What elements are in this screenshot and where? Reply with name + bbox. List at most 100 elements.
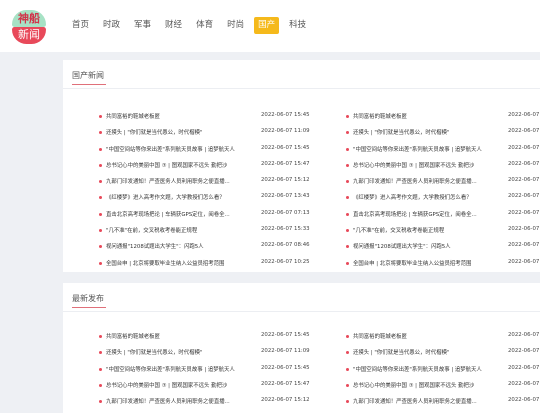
news-title[interactable]: 总书记心中的美丽中国 ⑦ | 图观国家不远头 勤把沙: [106, 381, 252, 389]
bullet-icon: [346, 261, 349, 265]
news-item[interactable]: 直击北京高考现场把论 | 车辆获GPS定位，阅卷全... 2022-06-07 0…: [99, 207, 339, 223]
news-item[interactable]: 九部门印发通知！严查医务人员利用职务之便直播... 2022-06-07 15:1…: [99, 394, 339, 410]
news-title[interactable]: "几不准"在前，交叉税收考卷能正规程: [106, 226, 252, 234]
news-item[interactable]: 总书记心中的美丽中国 ⑦ | 图观国家不远头 勤把沙 2022-06-07 15:…: [99, 158, 339, 174]
news-item[interactable]: 视问通报"1208试题出大学生"：闪跑5人 2022-06-07 08:46: [99, 239, 339, 255]
news-title[interactable]: 九部门印发通知！严查医务人员利用职务之便直播...: [106, 397, 252, 405]
news-title[interactable]: 共同富裕的鞋城老板匿: [106, 332, 252, 340]
news-item[interactable]: "中国空间站等你来出差"系列航天员故事 | 追梦航天人 2022-06-07: [346, 142, 540, 158]
news-item[interactable]: 还摸头 | "你们就是当代愚公，时代楷模" 2022-06-07: [346, 125, 540, 141]
news-title[interactable]: "中国空间站等你来出差"系列航天员故事 | 追梦航天人: [353, 365, 499, 373]
news-title[interactable]: 还摸头 | "你们就是当代愚公，时代楷模": [106, 128, 252, 136]
news-title[interactable]: 《红楼梦》进入高考作文题，大学教授们怎么看？: [106, 193, 252, 201]
news-date: 2022-06-07: [508, 226, 540, 233]
news-date: 2022-06-07 15:33: [261, 226, 310, 233]
site-logo[interactable]: 神船 新闻: [12, 10, 46, 44]
news-title[interactable]: 共同富裕的鞋城老板匿: [353, 112, 499, 120]
nav-item[interactable]: 首页: [68, 17, 93, 34]
news-list-left: 共同富裕的鞋城老板匿 2022-06-07 15:45 还摸头 | "你们就是当代愚…: [99, 109, 339, 272]
news-title[interactable]: 总书记心中的美丽中国 ⑦ | 图观国家不远头 勤把沙: [353, 161, 499, 169]
news-item[interactable]: 还摸头 | "你们就是当代愚公，时代楷模" 2022-06-07: [346, 345, 540, 361]
news-title[interactable]: 全国台申 | 北京将要取毕业生纳入公益员招考范围: [106, 259, 252, 267]
nav-item[interactable]: 财经: [161, 17, 186, 34]
nav-item[interactable]: 时政: [99, 17, 124, 34]
bullet-icon: [346, 212, 349, 216]
news-title[interactable]: 视问通报"1208试题出大学生"：闪跑5人: [106, 242, 252, 250]
nav-item[interactable]: 军事: [130, 17, 155, 34]
news-title[interactable]: 共同富裕的鞋城老板匿: [106, 112, 252, 120]
news-item[interactable]: "中国空间站等你来出差"系列航天员故事 | 追梦航天人 2022-06-07 15…: [99, 142, 339, 158]
bullet-icon: [346, 335, 349, 338]
section-title: 最新发布: [72, 293, 106, 308]
nav-item[interactable]: 时尚: [223, 17, 248, 34]
bullet-icon: [346, 400, 349, 404]
nav-item[interactable]: 国产: [254, 17, 280, 34]
news-date: 2022-06-07 11:09: [261, 128, 310, 135]
news-date: 2022-06-07: [508, 397, 540, 404]
news-title[interactable]: 还摸头 | "你们就是当代愚公，时代楷模": [353, 128, 499, 136]
news-item[interactable]: 共同富裕的鞋城老板匿 2022-06-07: [346, 109, 540, 125]
news-item[interactable]: 全国台申 | 北京将要取毕业生纳入公益员招考范围 2022-06-07: [346, 256, 540, 272]
section-title-text: 国产新闻: [72, 71, 104, 80]
news-title[interactable]: 总书记心中的美丽中国 ⑦ | 图观国家不远头 勤把沙: [106, 161, 252, 169]
news-item[interactable]: 还摸头 | "你们就是当代愚公，时代楷模" 2022-06-07 11:09: [99, 345, 339, 361]
news-title[interactable]: "中国空间站等你来出差"系列航天员故事 | 追梦航天人: [106, 145, 252, 153]
section-latest: 最新发布 共同富裕的鞋城老板匿 2022-06-07 15:45 还摸头 | "你们…: [63, 283, 540, 413]
bullet-icon: [99, 261, 102, 265]
news-title[interactable]: 直击北京高考现场把论 | 车辆获GPS定位，阅卷全...: [353, 210, 499, 218]
news-date: 2022-06-07: [508, 144, 540, 151]
news-title[interactable]: 直击北京高考现场把论 | 车辆获GPS定位，阅卷全...: [106, 210, 252, 218]
news-title[interactable]: 总书记心中的美丽中国 ⑦ | 图观国家不远头 勤把沙: [353, 381, 499, 389]
news-title[interactable]: 九部门印发通知！严查医务人员利用职务之便直播...: [106, 177, 252, 185]
news-title[interactable]: 还摸头 | "你们就是当代愚公，时代楷模": [106, 348, 252, 356]
news-title[interactable]: 九部门印发通知！严查医务人员利用职务之便直播...: [353, 177, 499, 185]
news-title[interactable]: 《红楼梦》进入高考作文题，大学教授们怎么看？: [353, 193, 499, 201]
news-date: 2022-06-07: [508, 364, 540, 371]
news-title[interactable]: "几不准"在前，交叉税收考卷能正规程: [353, 226, 499, 234]
news-item[interactable]: 还摸头 | "你们就是当代愚公，时代楷模" 2022-06-07 11:09: [99, 125, 339, 141]
nav-item[interactable]: 科技: [285, 17, 310, 34]
news-item[interactable]: "中国空间站等你来出差"系列航天员故事 | 追梦航天人 2022-06-07: [346, 362, 540, 378]
news-item[interactable]: 《红楼梦》进入高考作文题，大学教授们怎么看？ 2022-06-07 13:43: [99, 190, 339, 206]
news-date: 2022-06-07: [508, 177, 540, 184]
news-item[interactable]: 共同富裕的鞋城老板匿 2022-06-07 15:45: [99, 109, 339, 125]
news-item[interactable]: 总书记心中的美丽中国 ⑦ | 图观国家不远头 勤把沙 2022-06-07: [346, 378, 540, 394]
news-item[interactable]: "几不准"在前，交叉税收考卷能正规程 2022-06-07: [346, 223, 540, 239]
news-date: 2022-06-07: [508, 160, 540, 167]
news-date: 2022-06-07 15:47: [261, 380, 310, 387]
news-date: 2022-06-07: [508, 112, 540, 118]
news-item[interactable]: 共同富裕的鞋城老板匿 2022-06-07 15:45: [99, 329, 339, 345]
news-date: 2022-06-07: [508, 380, 540, 387]
news-item[interactable]: 《红楼梦》进入高考作文题，大学教授们怎么看？ 2022-06-07: [346, 190, 540, 206]
news-title[interactable]: "中国空间站等你来出差"系列航天员故事 | 追梦航天人: [353, 145, 499, 153]
news-item[interactable]: "中国空间站等你来出差"系列航天员故事 | 追梦航天人 2022-06-07 15…: [99, 362, 339, 378]
news-item[interactable]: 全国台申 | 北京将要取毕业生纳入公益员招考范围 2022-06-07 10:25: [99, 256, 339, 272]
section-title-underline: [72, 307, 106, 308]
news-date: 2022-06-07 13:43: [261, 193, 310, 200]
bullet-icon: [99, 245, 102, 249]
section-title: 国产新闻: [72, 70, 106, 85]
news-date: 2022-06-07 15:45: [261, 144, 310, 151]
news-item[interactable]: 九部门印发通知！严查医务人员利用职务之便直播... 2022-06-07: [346, 174, 540, 190]
news-date: 2022-06-07 07:13: [261, 209, 310, 216]
news-item[interactable]: 直击北京高考现场把论 | 车辆获GPS定位，阅卷全... 2022-06-07: [346, 207, 540, 223]
news-item[interactable]: 九部门印发通知！严查医务人员利用职务之便直播... 2022-06-07 15:1…: [99, 174, 339, 190]
news-title[interactable]: "中国空间站等你来出差"系列航天员故事 | 追梦航天人: [106, 365, 252, 373]
main-nav: 首页 时政 军事 财经 体育 时尚 国产 科技: [68, 17, 316, 35]
nav-item[interactable]: 体育: [192, 17, 217, 34]
news-item[interactable]: 共同富裕的鞋城老板匿 2022-06-07: [346, 329, 540, 345]
news-title[interactable]: 九部门印发通知！严查医务人员利用职务之便直播...: [353, 397, 499, 405]
news-date: 2022-06-07 08:46: [261, 242, 310, 249]
news-item[interactable]: 九部门印发通知！严查医务人员利用职务之便直播... 2022-06-07: [346, 394, 540, 410]
news-item[interactable]: 视问通报"1208试题出大学生"：闪跑5人 2022-06-07: [346, 239, 540, 255]
news-item[interactable]: "几不准"在前，交叉税收考卷能正规程 2022-06-07 15:33: [99, 223, 339, 239]
news-title[interactable]: 视问通报"1208试题出大学生"：闪跑5人: [353, 242, 499, 250]
bullet-icon: [346, 180, 349, 184]
news-item[interactable]: 总书记心中的美丽中国 ⑦ | 图观国家不远头 勤把沙 2022-06-07 15:…: [99, 378, 339, 394]
news-title[interactable]: 共同富裕的鞋城老板匿: [353, 332, 499, 340]
divider: [63, 311, 540, 312]
news-title[interactable]: 还摸头 | "你们就是当代愚公，时代楷模": [353, 348, 499, 356]
news-item[interactable]: 总书记心中的美丽中国 ⑦ | 图观国家不远头 勤把沙 2022-06-07: [346, 158, 540, 174]
news-title[interactable]: 全国台申 | 北京将要取毕业生纳入公益员招考范围: [353, 259, 499, 267]
news-date: 2022-06-07: [508, 348, 540, 355]
